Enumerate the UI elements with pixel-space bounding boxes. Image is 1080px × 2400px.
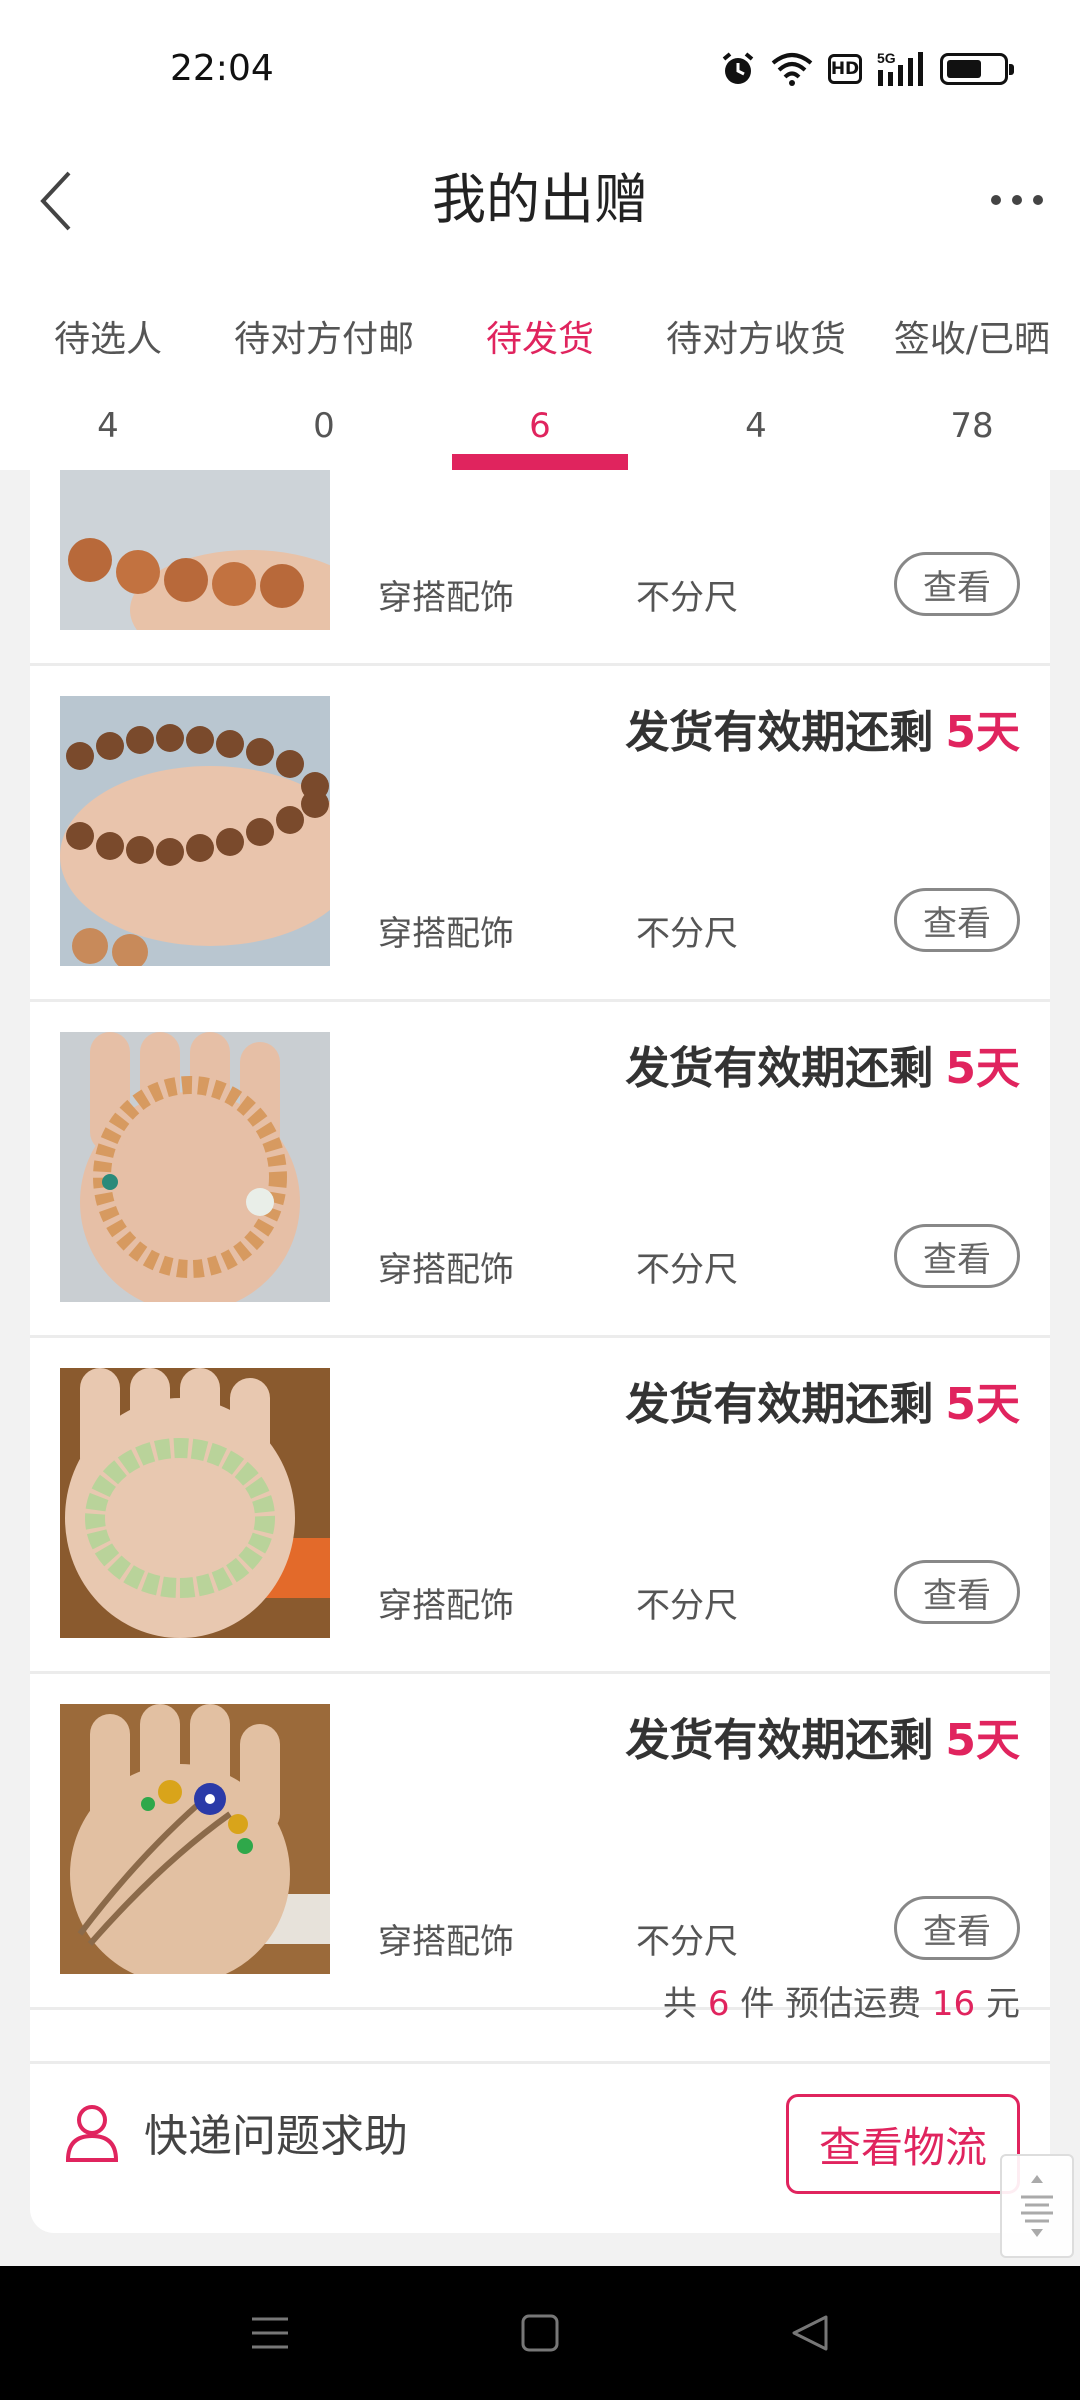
item-thumbnail[interactable]	[60, 1032, 330, 1302]
deadline-label: 发货有效期还剩	[625, 1715, 934, 1766]
deadline-days: 5天	[945, 707, 1020, 758]
nav-back-button[interactable]	[780, 2303, 840, 2363]
battery-level	[947, 60, 981, 78]
item-category: 穿搭配饰	[378, 578, 514, 618]
app-header: 我的出赠	[0, 140, 1080, 280]
shipping-deadline: 发货有效期还剩 5天	[625, 1704, 1020, 1768]
list-item[interactable]: 发货有效期还剩 5天 穿搭配饰 不分尺 查看	[30, 666, 1050, 1002]
back-triangle-icon	[792, 2315, 828, 2351]
view-button[interactable]: 查看	[894, 1224, 1020, 1288]
status-time: 22:04	[170, 48, 274, 89]
view-logistics-button[interactable]: 查看物流	[786, 2094, 1020, 2194]
page-title: 我的出赠	[432, 168, 648, 231]
tab-count: 0	[313, 406, 335, 446]
item-thumbnail[interactable]	[60, 1704, 330, 1974]
active-tab-indicator	[452, 454, 628, 470]
nav-menu-button[interactable]	[240, 2303, 300, 2363]
shipping-help-link[interactable]: 快递问题求助	[64, 2100, 408, 2164]
battery-icon	[940, 53, 1014, 85]
status-bar: 22:04 HD 5G	[0, 0, 1080, 140]
network-label: 5G	[877, 50, 896, 66]
summary-suffix: 元	[986, 1984, 1020, 2024]
deadline-days: 5天	[945, 1379, 1020, 1430]
tab-pending-receipt[interactable]: 待对方收货 4	[648, 280, 864, 470]
summary-fee: 16	[931, 1984, 976, 2024]
order-summary: 共 6 件 预估运费 16 元	[30, 1944, 1050, 2064]
status-tabs: 待选人 4 待对方付邮 0 待发货 6 待对方收货 4 签收/已晒 78	[0, 280, 1080, 470]
shipping-deadline: 发货有效期还剩 5天	[625, 1368, 1020, 1432]
nav-home-button[interactable]	[510, 2303, 570, 2363]
help-label: 快递问题求助	[144, 2111, 408, 2162]
gift-list-card: 穿搭配饰 不分尺 查看 发货有效期还剩 5天 穿搭配饰 不分尺 查看 发货有效期…	[30, 470, 1050, 2233]
item-category: 穿搭配饰	[378, 1250, 514, 1290]
view-button[interactable]: 查看	[894, 552, 1020, 616]
summary-middle: 件 预估运费	[740, 1984, 922, 2024]
deadline-label: 发货有效期还剩	[625, 1379, 934, 1430]
shipping-deadline: 发货有效期还剩 5天	[625, 696, 1020, 760]
tab-pending-selection[interactable]: 待选人 4	[0, 280, 216, 470]
item-size: 不分尺	[636, 1250, 738, 1290]
list-item[interactable]: 穿搭配饰 不分尺 查看	[30, 470, 1050, 666]
tab-label: 签收/已晒	[893, 319, 1051, 360]
deadline-days: 5天	[945, 1043, 1020, 1094]
scroll-lines-icon	[1021, 2175, 1053, 2237]
tab-count: 4	[745, 406, 767, 446]
tab-pending-postage[interactable]: 待对方付邮 0	[216, 280, 432, 470]
home-square-icon	[521, 2314, 559, 2352]
item-size: 不分尺	[636, 578, 738, 618]
tab-label: 待对方付邮	[233, 319, 414, 360]
list-item[interactable]: 发货有效期还剩 5天 穿搭配饰 不分尺 查看	[30, 1002, 1050, 1338]
view-button[interactable]: 查看	[894, 1560, 1020, 1624]
view-button[interactable]: 查看	[894, 888, 1020, 952]
shipping-deadline: 发货有效期还剩 5天	[625, 1032, 1020, 1096]
status-icons: HD 5G	[720, 50, 1014, 88]
menu-icon	[252, 2317, 288, 2349]
more-button[interactable]	[982, 170, 1052, 230]
scroll-to-top-handle[interactable]	[1000, 2154, 1074, 2258]
item-thumbnail[interactable]	[60, 1368, 330, 1638]
item-category: 穿搭配饰	[378, 1586, 514, 1626]
item-thumbnail[interactable]	[60, 470, 330, 630]
tab-count: 78	[950, 406, 994, 446]
tab-pending-shipment[interactable]: 待发货 6	[432, 280, 648, 470]
list-item[interactable]: 发货有效期还剩 5天 穿搭配饰 不分尺 查看	[30, 1338, 1050, 1674]
system-navbar	[0, 2266, 1080, 2400]
wifi-icon	[771, 53, 813, 86]
item-size: 不分尺	[636, 914, 738, 954]
item-thumbnail[interactable]	[60, 696, 330, 966]
deadline-label: 发货有效期还剩	[625, 1043, 934, 1094]
item-category: 穿搭配饰	[378, 914, 514, 954]
tab-label: 待选人	[53, 319, 162, 360]
tab-received-shared[interactable]: 签收/已晒 78	[864, 280, 1080, 470]
tab-label: 待对方收货	[665, 319, 846, 360]
signal-5g-icon: 5G	[877, 50, 923, 86]
tab-count: 4	[97, 406, 119, 446]
more-dots-icon	[991, 195, 1043, 205]
summary-count: 6	[707, 1984, 730, 2024]
deadline-label: 发货有效期还剩	[625, 707, 934, 758]
summary-prefix: 共	[663, 1984, 698, 2024]
deadline-days: 5天	[945, 1715, 1020, 1766]
tab-label: 待发货	[485, 319, 594, 360]
alarm-icon	[722, 52, 754, 84]
item-size: 不分尺	[636, 1586, 738, 1626]
tab-count: 6	[529, 406, 551, 446]
hd-badge: HD	[828, 54, 862, 84]
person-icon	[65, 2105, 119, 2162]
